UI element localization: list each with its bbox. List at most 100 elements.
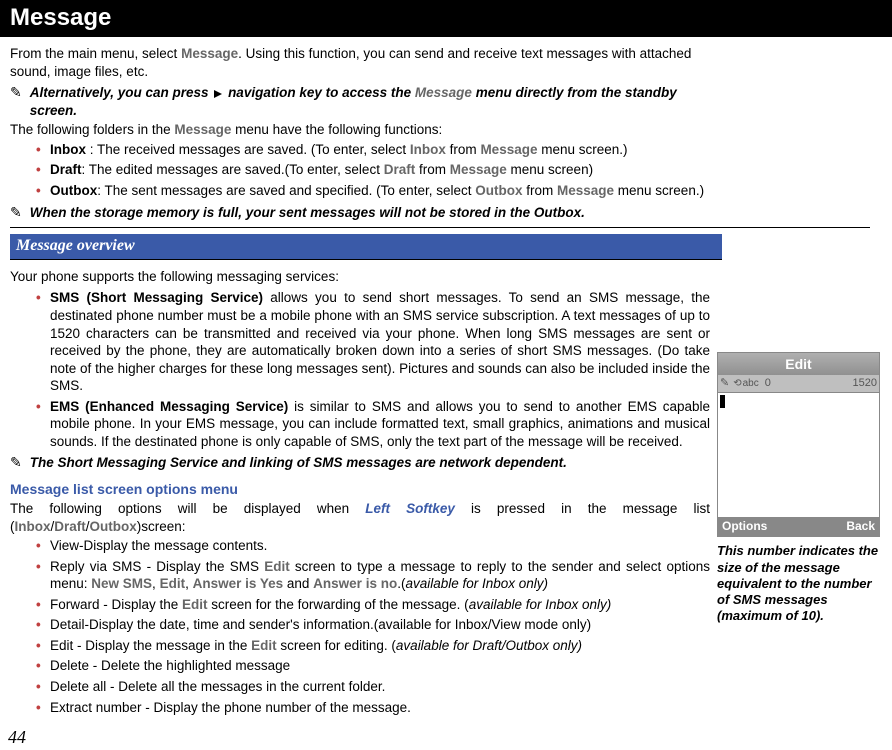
options-list: View-Display the message contents. Reply… — [10, 537, 710, 716]
alt-note-row: ✎ Alternatively, you can press navigatio… — [10, 84, 710, 119]
text-cursor-icon — [720, 395, 725, 408]
folder-end: menu screen) — [507, 162, 593, 177]
lm-softkey: Left Softkey — [365, 501, 455, 516]
folder-sel: Draft — [384, 162, 416, 177]
list-item: Delete all - Delete all the messages in … — [50, 678, 710, 696]
list-menu-heading: Message list screen options menu — [10, 480, 710, 498]
list-item: Draft: The edited messages are saved.(To… — [50, 161, 710, 179]
opt-text: Detail-Display the date, time and sender… — [50, 617, 591, 632]
opt-ital: available for Inbox only) — [405, 576, 548, 591]
opt-mid: screen for editing. ( — [277, 638, 396, 653]
opt-text: Extract number - Display the phone numbe… — [50, 700, 411, 715]
right-arrow-icon — [214, 90, 222, 98]
folder-menu: Message — [480, 142, 537, 157]
sep: : — [97, 183, 104, 198]
services-list: SMS (Short Messaging Service) allows you… — [10, 289, 710, 450]
alt-p1: Alternatively, you can press — [30, 85, 213, 100]
folder-sel: Outbox — [475, 183, 522, 198]
list-item: Reply via SMS - Display the SMS Edit scr… — [50, 558, 710, 593]
input-mode-indicator: ⟲abc — [733, 377, 759, 390]
lm-p3: )screen: — [137, 519, 186, 534]
pencil-icon: ✎ — [720, 376, 729, 390]
opt-prefix: Edit - Display the message in the — [50, 638, 251, 653]
list-item: EMS (Enhanced Messaging Service) is simi… — [50, 398, 710, 451]
intro-paragraph: From the main menu, select Message. Usin… — [10, 45, 710, 80]
list-item: Extract number - Display the phone numbe… — [50, 699, 710, 717]
folders-intro: The following folders in the Message men… — [10, 121, 710, 139]
opt-g: New SMS — [91, 576, 152, 591]
fi-suffix: menu have the following functions: — [231, 122, 442, 137]
book-icon: ✎ — [10, 204, 22, 221]
folder-desc: The sent messages are saved and specifie… — [105, 183, 476, 198]
lm-p1: The following options will be displayed … — [10, 501, 365, 516]
phone-illustration: Edit ✎ ⟲abc 0 1520 Options Back This num… — [717, 352, 882, 624]
list-item: Forward - Display the Edit screen for th… — [50, 596, 710, 614]
opt-text: Delete all - Delete all the messages in … — [50, 679, 385, 694]
folder-sel: Inbox — [410, 142, 446, 157]
folder-end: menu screen.) — [614, 183, 704, 198]
opt-g: Edit — [182, 597, 208, 612]
list-item: SMS (Short Messaging Service) allows you… — [50, 289, 710, 394]
opt-mid: screen for the forwarding of the message… — [208, 597, 469, 612]
phone-softkey-bar: Options Back — [718, 517, 879, 537]
lm-i1: Inbox — [15, 519, 51, 534]
list-item: Inbox : The received messages are saved.… — [50, 141, 710, 159]
folder-desc: The received messages are saved. (To ent… — [97, 142, 410, 157]
book-icon: ✎ — [10, 454, 22, 471]
list-item: View-Display the message contents. — [50, 537, 710, 555]
opt-text: Delete - Delete the highlighted message — [50, 658, 290, 673]
storage-note-row: ✎ When the storage memory is full, your … — [10, 204, 870, 229]
mode-text: abc — [743, 377, 759, 390]
folder-menu: Message — [557, 183, 614, 198]
opt-ital: available for Inbox only) — [469, 597, 612, 612]
folder-name: Outbox — [50, 183, 97, 198]
folder-name: Draft — [50, 162, 82, 177]
alt-menu: Message — [415, 85, 472, 100]
opt-g: Answer is no — [313, 576, 397, 591]
alt-note-text: Alternatively, you can press navigation … — [30, 84, 710, 119]
fi-prefix: The following folders in the — [10, 122, 174, 137]
phone-edit-area[interactable] — [718, 392, 879, 517]
lm-i3: Outbox — [90, 519, 137, 534]
phone-screen-title: Edit — [718, 353, 879, 375]
opt-comma: , — [152, 576, 160, 591]
service-name: EMS (Enhanced Messaging Service) — [50, 399, 288, 414]
opt-ital: available for Draft/Outbox only) — [396, 638, 582, 653]
opt-g: Answer is Yes — [193, 576, 284, 591]
intro-prefix: From the main menu, select — [10, 46, 181, 61]
left-softkey[interactable]: Options — [722, 519, 767, 535]
folder-mid: from — [446, 142, 481, 157]
network-note-row: ✎ The Short Messaging Service and linkin… — [10, 454, 710, 472]
book-icon: ✎ — [10, 84, 22, 101]
page-header: Message — [0, 0, 892, 37]
opt-g: Edit — [251, 638, 277, 653]
list-item: Outbox: The sent messages are saved and … — [50, 182, 710, 200]
overview-intro: Your phone supports the following messag… — [10, 268, 710, 286]
opt-text: View-Display the message contents. — [50, 538, 267, 553]
phone-status-bar: ✎ ⟲abc 0 1520 — [718, 375, 879, 391]
service-name: SMS (Short Messaging Service) — [50, 290, 263, 305]
section-header: Message overview — [10, 234, 722, 260]
right-softkey[interactable]: Back — [846, 519, 875, 535]
opt-prefix: Forward - Display the — [50, 597, 182, 612]
opt-prefix: Reply via SMS - Display the SMS — [50, 559, 264, 574]
page-number: 44 — [0, 720, 892, 749]
phone-screen: Edit ✎ ⟲abc 0 1520 Options Back — [717, 352, 880, 537]
list-menu-para: The following options will be displayed … — [10, 500, 710, 535]
opt-g: Edit — [264, 559, 290, 574]
page-content: From the main menu, select Message. Usin… — [0, 37, 892, 716]
folder-name: Inbox — [50, 142, 86, 157]
folder-menu: Message — [450, 162, 507, 177]
list-item: Edit - Display the message in the Edit s… — [50, 637, 710, 655]
intro-menu: Message — [181, 46, 238, 61]
alt-p2: navigation key to access the — [224, 85, 415, 100]
char-limit: 1520 — [853, 376, 877, 390]
folder-list: Inbox : The received messages are saved.… — [10, 141, 710, 200]
network-note: The Short Messaging Service and linking … — [30, 454, 710, 472]
sep: : — [86, 142, 97, 157]
lm-i2: Draft — [54, 519, 86, 534]
opt-comma: , — [185, 576, 193, 591]
storage-note: When the storage memory is full, your se… — [30, 204, 870, 222]
folder-desc: The edited messages are saved.(To enter,… — [89, 162, 384, 177]
service-text: allows you to send short messages. To se… — [50, 290, 710, 393]
